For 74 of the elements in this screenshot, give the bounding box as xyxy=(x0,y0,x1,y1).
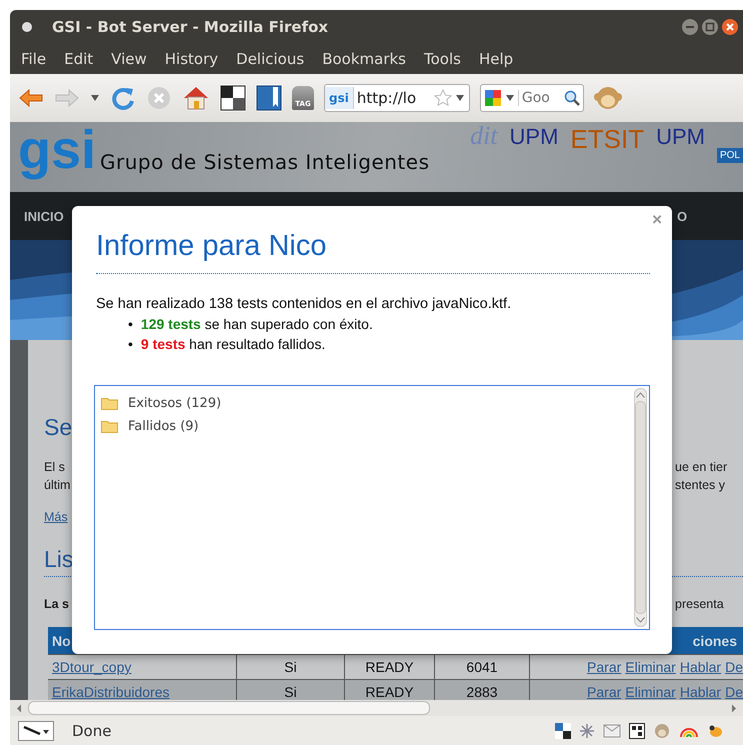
paragraph-text: ue en tier xyxy=(675,459,728,476)
section-heading: Se xyxy=(44,413,72,442)
tree-item[interactable]: Exitosos (129) xyxy=(128,396,222,411)
dialog-title: Informe para Nico xyxy=(96,230,650,274)
menu-item[interactable]: History xyxy=(162,50,220,68)
horizontal-scrollbar[interactable] xyxy=(10,700,743,716)
menu-item[interactable]: View xyxy=(109,50,149,68)
url-field[interactable]: gsi http://lo xyxy=(324,84,470,112)
bot-name-link[interactable]: 3Dtour_copy xyxy=(52,659,132,675)
window-title: GSI - Bot Server - Mozilla Firefox xyxy=(52,18,330,36)
menu-item[interactable]: Help xyxy=(476,50,516,68)
snowflake-icon[interactable] xyxy=(579,722,595,738)
menu-item[interactable]: File xyxy=(19,50,48,68)
tree-item[interactable]: Fallidos (9) xyxy=(128,419,199,434)
action-link[interactable]: Hablar xyxy=(680,684,722,700)
caret-icon[interactable] xyxy=(454,94,465,102)
search-engine-icon[interactable] xyxy=(484,89,502,107)
paragraph-text: stentes y xyxy=(675,477,726,494)
paragraph-text: El s xyxy=(44,459,65,476)
caret-icon[interactable] xyxy=(504,94,515,102)
result-item: 9 tests han resultado fallidos. xyxy=(140,335,326,354)
vertical-scrollbar[interactable] xyxy=(634,388,647,627)
partner-logo[interactable]: POL xyxy=(716,148,743,163)
checker-icon[interactable] xyxy=(220,85,246,111)
close-button[interactable]: × xyxy=(650,210,664,230)
nav-item[interactable]: O xyxy=(677,208,743,224)
column-header[interactable]: No xyxy=(52,632,71,648)
summary-text: Se han realizado 138 tests contenidos en el archivo javaNico.ktf. xyxy=(96,296,512,312)
scroll-up-icon[interactable] xyxy=(636,392,645,398)
close-icon[interactable] xyxy=(721,18,739,36)
home-icon[interactable] xyxy=(182,85,210,111)
checker-icon[interactable] xyxy=(555,722,571,738)
action-link[interactable]: Eliminar xyxy=(625,659,676,675)
scroll-left-icon[interactable] xyxy=(16,704,22,712)
search-icon[interactable] xyxy=(564,90,580,106)
action-link[interactable]: Eliminar xyxy=(625,684,676,700)
menu-item[interactable]: Delicious xyxy=(234,50,306,68)
result-item: 129 tests se han superado con éxito. xyxy=(140,315,373,334)
envelope-icon[interactable] xyxy=(603,724,621,738)
partner-logo[interactable]: UPM xyxy=(510,124,558,150)
scroll-right-icon[interactable] xyxy=(731,704,737,712)
status-text: Done xyxy=(72,722,112,740)
minimize-icon[interactable] xyxy=(681,18,699,36)
menu-item[interactable]: Tools xyxy=(422,50,463,68)
list-bullet: • xyxy=(128,315,133,334)
menu-item[interactable]: Bookmarks xyxy=(320,50,408,68)
reload-icon[interactable] xyxy=(110,85,136,111)
action-link[interactable]: De xyxy=(725,659,743,675)
list-bullet: • xyxy=(128,335,133,354)
site-logo: gsi xyxy=(18,122,96,182)
more-link[interactable]: Más xyxy=(44,510,68,544)
search-bar[interactable]: Goo xyxy=(480,84,584,112)
action-link[interactable]: De xyxy=(725,684,743,700)
star-icon[interactable] xyxy=(434,89,452,107)
action-link[interactable]: Parar xyxy=(587,684,622,700)
section-heading: Lis xyxy=(44,545,74,574)
bookmark-icon[interactable] xyxy=(256,85,282,111)
folder-icon xyxy=(101,420,118,433)
window-menu-icon[interactable] xyxy=(20,20,34,34)
intro-text: presenta xyxy=(675,597,725,613)
site-subtitle: Grupo de Sistemas Inteligentes xyxy=(100,150,430,174)
folder-icon xyxy=(101,397,118,410)
bot-name-link[interactable]: ErikaDistribuidores xyxy=(52,684,170,700)
action-link[interactable]: Parar xyxy=(587,659,622,675)
action-link[interactable]: Hablar xyxy=(680,659,722,675)
grid-icon[interactable] xyxy=(629,722,645,738)
back-arrow-icon[interactable] xyxy=(18,87,44,109)
partner-logo[interactable]: UPM xyxy=(656,124,705,150)
scroll-down-icon[interactable] xyxy=(636,617,645,623)
column-header[interactable]: ciones xyxy=(692,632,737,648)
intro-text: La s xyxy=(44,597,70,613)
paragraph-text: últim xyxy=(44,477,70,494)
menu-item[interactable]: Edit xyxy=(62,50,96,68)
caret-icon[interactable] xyxy=(90,94,100,102)
